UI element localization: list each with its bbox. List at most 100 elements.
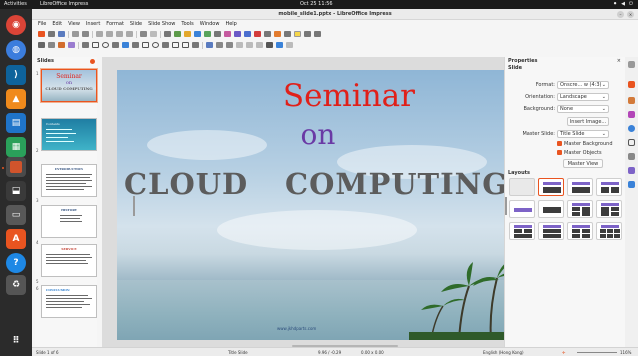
slide-transition-icon[interactable] [628, 97, 635, 104]
distribute-icon[interactable] [236, 42, 243, 48]
show-apps-icon[interactable]: ⠿ [6, 331, 26, 351]
layout-title-2-content-over-content[interactable] [509, 222, 535, 240]
fill-color-icon[interactable] [68, 42, 75, 48]
slide-pane-splitter[interactable] [133, 196, 135, 216]
basic-shapes-icon[interactable] [142, 42, 149, 48]
master-slide-icon[interactable] [204, 31, 211, 37]
browser-icon[interactable]: ◍ [6, 40, 26, 60]
terminal-icon[interactable]: ⬓ [6, 181, 26, 201]
shapes-icon[interactable] [628, 181, 635, 188]
copy-icon[interactable] [106, 31, 113, 37]
menu-file[interactable]: File [38, 20, 46, 29]
layout-title-only[interactable] [509, 200, 535, 218]
filter-icon[interactable] [266, 42, 273, 48]
slide-title[interactable]: Seminar [117, 78, 519, 114]
close-slide-pane-icon[interactable] [90, 59, 95, 64]
redo-icon[interactable] [150, 31, 157, 37]
activities-button[interactable]: Activities [4, 0, 27, 9]
slide-editing-area[interactable]: Seminar on CLOUD COMPUTING www.jkhdparts… [102, 57, 534, 349]
slide-text-cloud[interactable]: CLOUD [124, 167, 248, 201]
layout-title-slide[interactable] [538, 178, 564, 196]
animation-icon[interactable] [628, 111, 635, 118]
zoom-fit-icon[interactable]: ✛ [562, 348, 565, 356]
clock[interactable]: Oct 25 11:56 [300, 0, 333, 9]
files-icon[interactable]: ▭ [6, 205, 26, 225]
layout-title-4-content[interactable] [567, 222, 593, 240]
slide-thumbnail-6[interactable]: CONCLUSION [41, 285, 97, 318]
layouts-section-header[interactable]: Layouts [508, 170, 530, 176]
special-char-icon[interactable] [264, 31, 271, 37]
impress-icon[interactable] [6, 157, 26, 177]
styles-icon[interactable] [628, 139, 635, 146]
fontwork-icon[interactable] [274, 31, 281, 37]
save-icon[interactable] [58, 31, 65, 37]
arrange-icon[interactable] [226, 42, 233, 48]
slide-subtitle[interactable]: on [117, 118, 519, 151]
master-slides-icon[interactable] [628, 125, 635, 132]
textbox-icon[interactable] [244, 31, 251, 37]
block-arrows-icon[interactable] [162, 42, 169, 48]
stars-icon[interactable] [192, 42, 199, 48]
gallery-icon[interactable] [628, 153, 635, 160]
slide-text-computing[interactable]: COMPUTING [285, 167, 508, 201]
zoom-icon[interactable] [48, 42, 55, 48]
slide-thumbnail-2[interactable]: Contents [41, 118, 97, 151]
menu-view[interactable]: View [68, 20, 80, 29]
flowchart-icon[interactable] [172, 42, 179, 48]
menu-insert[interactable]: Insert [86, 20, 100, 29]
layout-centered-text[interactable] [538, 200, 564, 218]
curve-icon[interactable] [122, 42, 129, 48]
software-icon[interactable]: A [6, 229, 26, 249]
app-menu[interactable]: LibreOffice Impress [40, 0, 88, 9]
crop-icon[interactable] [256, 42, 263, 48]
find-icon[interactable] [164, 31, 171, 37]
sidebar-splitter[interactable] [505, 197, 507, 215]
transitions-icon[interactable] [304, 31, 311, 37]
text-icon[interactable] [58, 42, 65, 48]
layout-title-6-content[interactable] [596, 222, 622, 240]
menu-icon[interactable] [628, 61, 635, 68]
shadow-icon[interactable] [246, 42, 253, 48]
display-views-icon[interactable] [194, 31, 201, 37]
comment-icon[interactable] [294, 31, 301, 37]
insert-image-icon[interactable] [224, 31, 231, 37]
minimize-button[interactable]: – [617, 11, 624, 18]
spelling-icon[interactable] [174, 31, 181, 37]
slide-thumbnail-5[interactable]: SERVICE [41, 244, 97, 277]
writer-icon[interactable]: ▤ [6, 113, 26, 133]
open-icon[interactable] [48, 31, 55, 37]
menu-format[interactable]: Format [106, 20, 124, 29]
slide-thumbnail-4[interactable]: HISTORY [41, 205, 97, 238]
insert-image-button[interactable]: Insert Image... [567, 117, 609, 126]
master-view-button[interactable]: Master View [563, 159, 603, 168]
symbol-shapes-icon[interactable] [152, 42, 159, 48]
layout-title-2-content-and-content[interactable] [567, 200, 593, 218]
properties-icon[interactable] [628, 81, 635, 88]
layout-title-content-and-2-content[interactable] [596, 200, 622, 218]
insert-media-icon[interactable] [254, 31, 261, 37]
slide-thumbnail-1[interactable]: Seminar on CLOUD COMPUTING [41, 69, 97, 102]
help-icon[interactable]: ? [6, 253, 26, 273]
close-button[interactable]: × [627, 11, 634, 18]
layout-blank[interactable] [509, 178, 535, 196]
clone-icon[interactable] [126, 31, 133, 37]
new-slide-icon[interactable] [314, 31, 321, 37]
slide-thumbnail-3[interactable]: INTRODUCTION [41, 164, 97, 197]
toggle-extrusion-icon[interactable] [276, 42, 283, 48]
layout-title-2-content[interactable] [596, 178, 622, 196]
trash-icon[interactable]: ♻ [6, 275, 26, 295]
master-objects-checkbox[interactable]: Master Objects [557, 150, 602, 156]
menu-slide[interactable]: Slide [130, 20, 142, 29]
format-select[interactable]: Onscre... w (4:3) ⌄ [557, 81, 609, 89]
callouts-icon[interactable] [182, 42, 189, 48]
master-slide-select[interactable]: Title Slide ⌄ [557, 130, 609, 138]
zoom-level[interactable]: 116% [620, 348, 631, 356]
orientation-select[interactable]: Landscape ⌄ [557, 93, 609, 101]
layout-title-content-over-content[interactable] [538, 222, 564, 240]
align-icon[interactable] [216, 42, 223, 48]
connector-icon[interactable] [132, 42, 139, 48]
vlc-icon[interactable]: ▲ [6, 89, 26, 109]
zoom-slider[interactable] [577, 352, 617, 353]
line-icon[interactable] [82, 42, 89, 48]
vscode-icon[interactable]: ⟩ [6, 65, 26, 85]
